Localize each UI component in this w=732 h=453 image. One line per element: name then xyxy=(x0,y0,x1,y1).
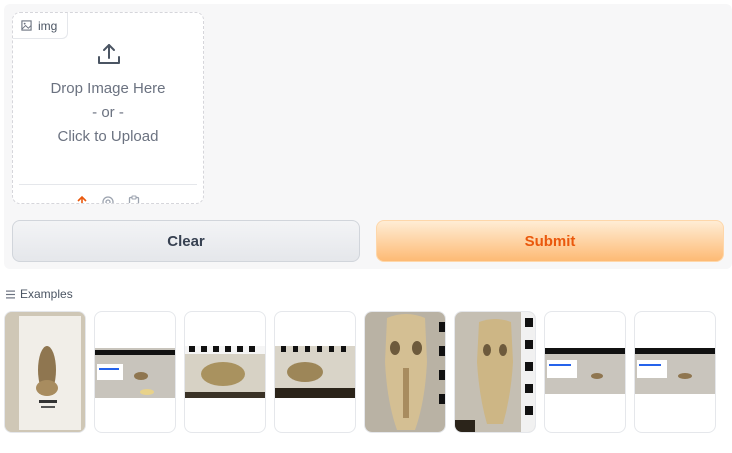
example-thumbnail[interactable] xyxy=(364,311,446,433)
scale-label-small-image xyxy=(635,348,715,394)
examples-gallery xyxy=(4,311,716,433)
drop-image-text: Drop Image Here xyxy=(50,80,166,97)
list-icon xyxy=(6,290,15,298)
click-to-upload-text: Click to Upload xyxy=(57,128,159,145)
example-thumbnail[interactable] xyxy=(454,311,536,433)
example-thumbnail[interactable] xyxy=(184,311,266,433)
examples-label: Examples xyxy=(20,287,73,301)
skull-ruler-image xyxy=(185,346,265,398)
examples-header: Examples xyxy=(6,287,73,301)
scale-label-small-image xyxy=(545,348,625,394)
image-label-tag: img xyxy=(13,13,69,39)
or-separator-text: - or - xyxy=(92,104,124,121)
image-icon xyxy=(21,20,32,31)
image-label-text: img xyxy=(38,18,58,33)
upload-source-icon[interactable] xyxy=(75,195,89,204)
example-thumbnail[interactable] xyxy=(634,311,716,433)
webcam-icon[interactable] xyxy=(101,195,115,204)
skull-closeup-ruler-image xyxy=(455,312,535,432)
submit-button[interactable]: Submit xyxy=(376,220,724,262)
scale-label-image xyxy=(95,348,175,398)
clear-button[interactable]: Clear xyxy=(12,220,360,262)
image-upload-dropzone[interactable]: img Drop Image Here - or - Click to Uplo… xyxy=(12,12,204,204)
source-selector xyxy=(19,184,197,204)
skull-closeup-image xyxy=(365,312,445,432)
skull-ruler-dark-image xyxy=(275,346,355,398)
upload-icon xyxy=(98,44,120,64)
example-thumbnail[interactable] xyxy=(274,311,356,433)
clipboard-icon[interactable] xyxy=(127,195,141,204)
skull-photo-image xyxy=(5,312,85,432)
example-thumbnail[interactable] xyxy=(94,311,176,433)
example-thumbnail[interactable] xyxy=(544,311,626,433)
example-thumbnail[interactable] xyxy=(4,311,86,433)
